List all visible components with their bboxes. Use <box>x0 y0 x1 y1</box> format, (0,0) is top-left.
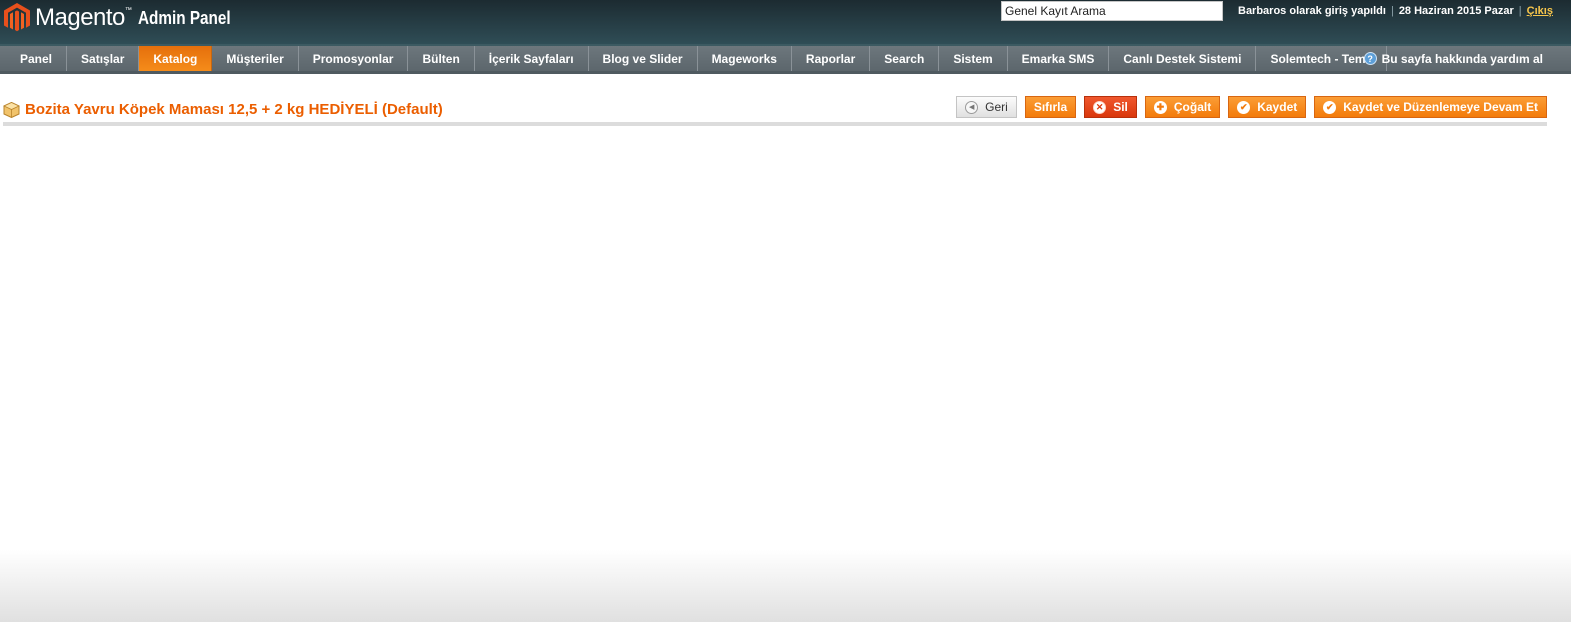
nav-item-musteriler[interactable]: Müşteriler <box>212 46 299 71</box>
save-label: Kaydet <box>1257 100 1298 114</box>
user-info: Barbaros olarak giriş yapıldı | 28 Haziran… <box>1238 5 1553 17</box>
check-icon: ✔ <box>1237 100 1251 114</box>
current-date: 28 Haziran 2015 Pazar <box>1398 5 1514 17</box>
add-icon: ✚ <box>1153 100 1167 114</box>
help-link[interactable]: ? Bu sayfa hakkında yardım al <box>1363 46 1543 71</box>
nav-item-emarka-sms[interactable]: Emarka SMS <box>1008 46 1110 71</box>
global-search-input[interactable] <box>1001 1 1223 21</box>
separator: | <box>1518 5 1522 17</box>
duplicate-button[interactable]: ✚ Çoğalt <box>1144 96 1221 118</box>
page-title-text: Bozita Yavru Köpek Maması 12,5 + 2 kg HE… <box>25 101 443 118</box>
save-continue-label: Kaydet ve Düzenlemeye Devam Et <box>1343 100 1538 114</box>
nav-item-blog-slider[interactable]: Blog ve Slider <box>589 46 698 71</box>
action-buttons: ◀ Geri Sıfırla ✕ Sil ✚ Çoğalt ✔ Kaydet ✔… <box>956 96 1547 118</box>
magento-logo[interactable]: Magento ™ Admin Panel <box>4 3 247 33</box>
nav-item-icerik-sayfalari[interactable]: İçerik Sayfaları <box>475 46 589 71</box>
nav-item-bulten[interactable]: Bülten <box>408 46 475 71</box>
product-box-icon <box>3 101 20 118</box>
logged-in-text: Barbaros olarak giriş yapıldı <box>1238 5 1386 17</box>
reset-button[interactable]: Sıfırla <box>1024 96 1077 118</box>
nav-item-search[interactable]: Search <box>870 46 940 71</box>
help-label: Bu sayfa hakkında yardım al <box>1381 51 1543 66</box>
content-header: Bozita Yavru Köpek Maması 12,5 + 2 kg HE… <box>3 96 1547 126</box>
reset-label: Sıfırla <box>1033 100 1068 114</box>
nav-item-promosyonlar[interactable]: Promosyonlar <box>299 46 409 71</box>
back-label: Geri <box>985 100 1008 114</box>
nav-item-mageworks[interactable]: Mageworks <box>698 46 792 71</box>
back-arrow-icon: ◀ <box>965 100 979 114</box>
brand-name: Magento <box>35 4 125 31</box>
trademark: ™ <box>124 6 132 14</box>
main-nav: Panel Satışlar Katalog Müşteriler Promos… <box>0 44 1571 74</box>
duplicate-label: Çoğalt <box>1173 100 1212 114</box>
logout-link[interactable]: Çıkış <box>1527 5 1553 17</box>
brand-subtitle: Admin Panel <box>137 7 231 28</box>
delete-icon: ✕ <box>1093 100 1107 114</box>
nav-item-raporlar[interactable]: Raporlar <box>792 46 871 71</box>
nav-item-panel[interactable]: Panel <box>6 46 68 71</box>
nav-item-katalog[interactable]: Katalog <box>139 46 213 71</box>
save-button[interactable]: ✔ Kaydet <box>1228 96 1307 118</box>
magento-logo-icon <box>4 3 30 32</box>
separator: | <box>1390 5 1394 17</box>
delete-label: Sil <box>1113 100 1128 114</box>
admin-header: Magento ™ Admin Panel Barbaros olarak gi… <box>0 0 1571 44</box>
check-icon: ✔ <box>1323 100 1337 114</box>
save-and-continue-button[interactable]: ✔ Kaydet ve Düzenlemeye Devam Et <box>1314 96 1547 118</box>
page-title: Bozita Yavru Köpek Maması 12,5 + 2 kg HE… <box>3 101 443 118</box>
back-button[interactable]: ◀ Geri <box>956 96 1017 118</box>
help-icon: ? <box>1363 52 1377 65</box>
nav-item-sistem[interactable]: Sistem <box>939 46 1008 71</box>
delete-button[interactable]: ✕ Sil <box>1084 96 1137 118</box>
nav-item-satislar[interactable]: Satışlar <box>67 46 140 71</box>
nav-item-canli-destek[interactable]: Canlı Destek Sistemi <box>1109 46 1257 71</box>
